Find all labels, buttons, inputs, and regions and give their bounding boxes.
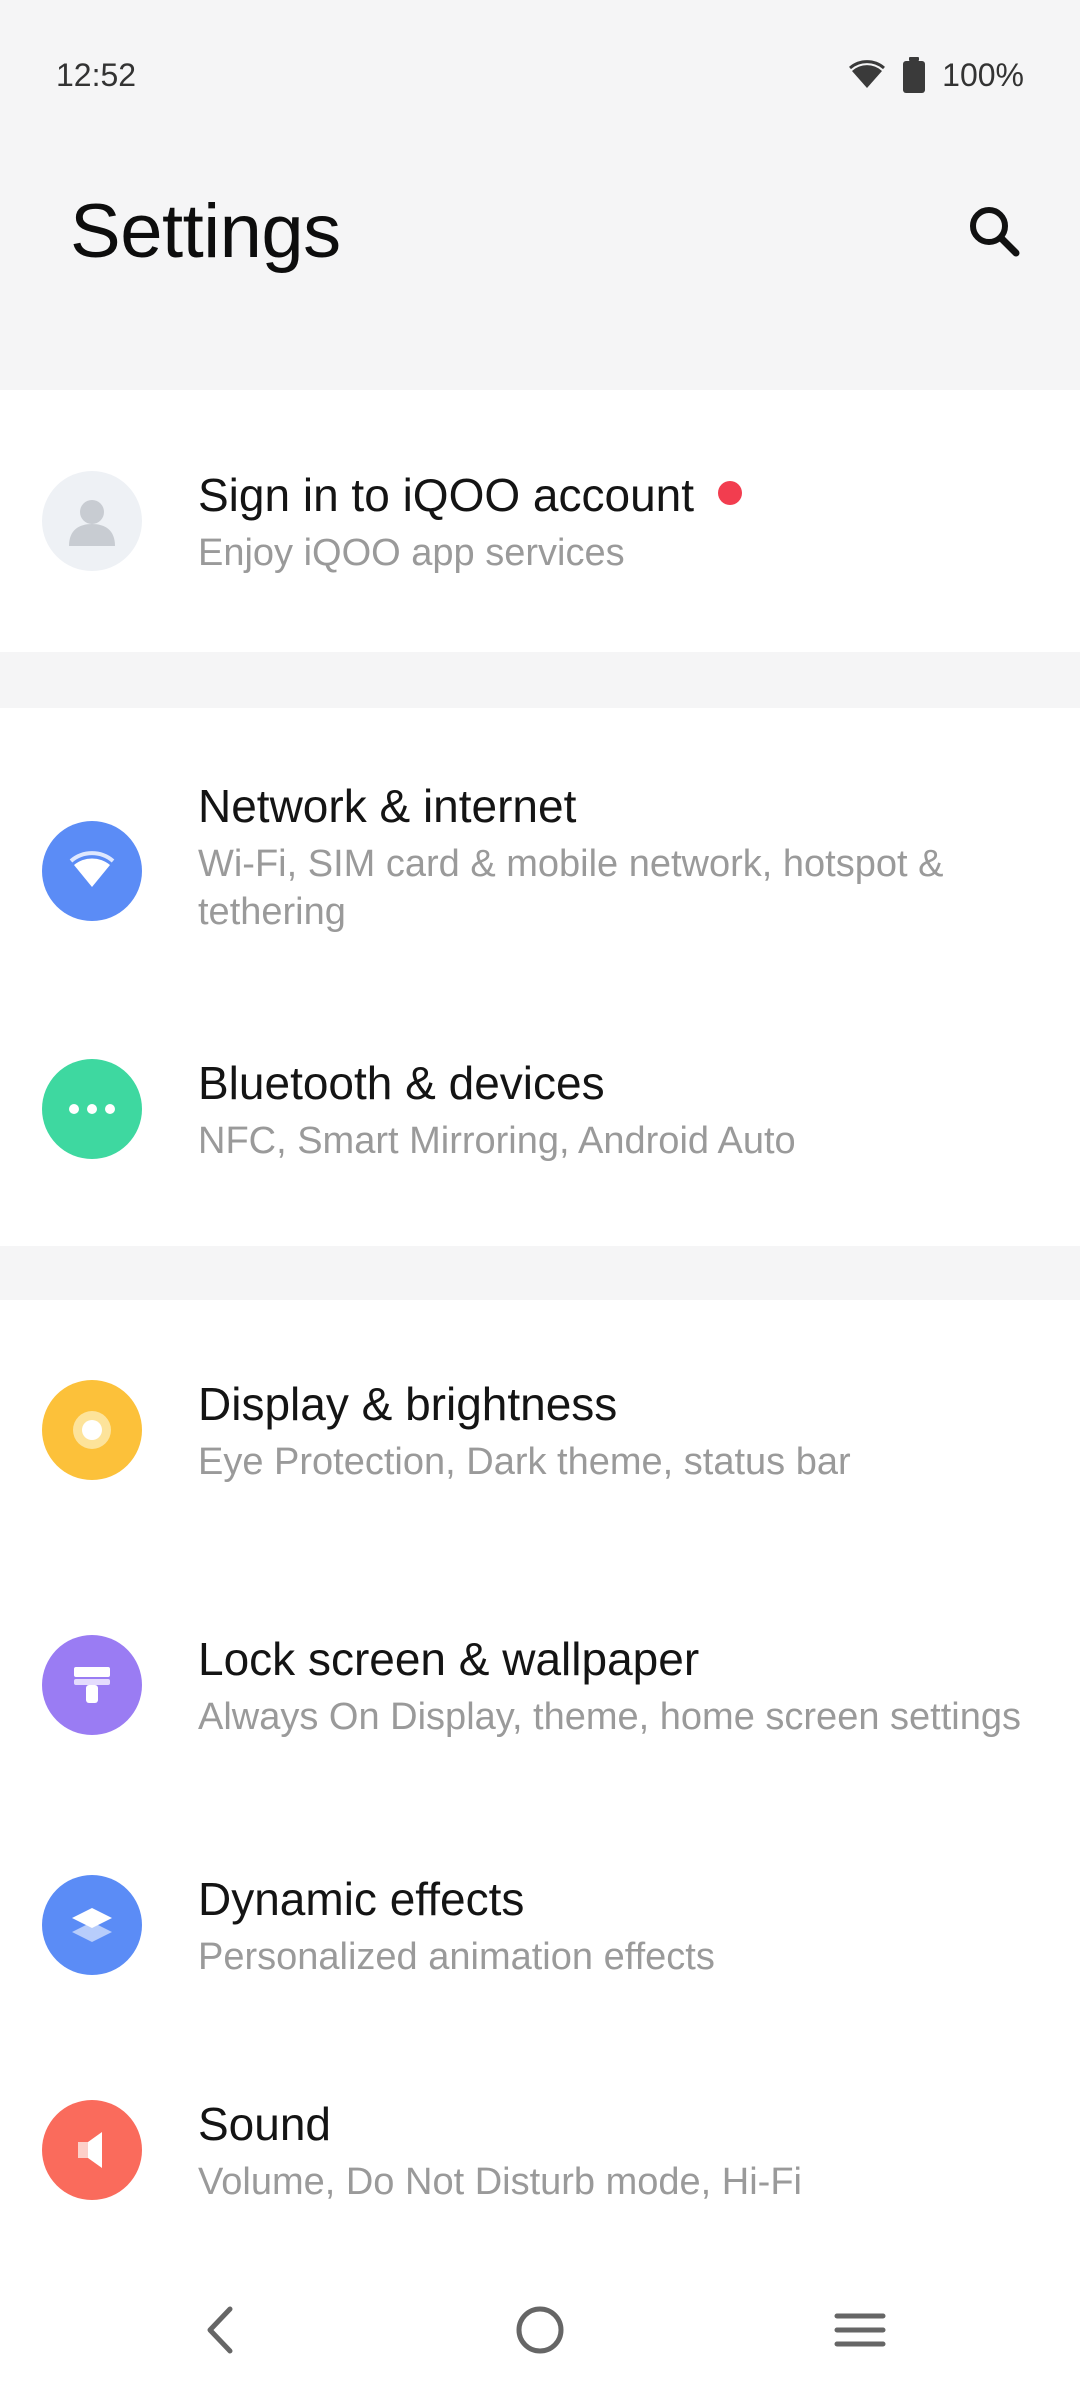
settings-item-dynamic-effects[interactable]: Dynamic effects Personalized animation e…	[0, 1810, 1080, 2040]
account-card: Sign in to iQOO account Enjoy iQOO app s…	[0, 390, 1080, 652]
bluetooth-icon-circle	[42, 1059, 142, 1159]
dynamic-effects-subtitle: Personalized animation effects	[198, 1936, 715, 1978]
settings-item-lockscreen[interactable]: Lock screen & wallpaper Always On Displa…	[0, 1560, 1080, 1810]
lockscreen-title: Lock screen & wallpaper	[198, 1633, 700, 1685]
settings-item-sound[interactable]: Sound Volume, Do Not Disturb mode, Hi-Fi	[0, 2040, 1080, 2260]
notification-dot	[718, 481, 743, 505]
dots-icon	[69, 1104, 115, 1114]
status-icons: 100%	[848, 57, 1024, 94]
brush-icon	[74, 1667, 110, 1703]
status-bar: 12:52 100%	[0, 0, 1080, 150]
bluetooth-subtitle: NFC, Smart Mirroring, Android Auto	[198, 1120, 796, 1162]
display-subtitle: Eye Protection, Dark theme, status bar	[198, 1441, 851, 1483]
display-title: Display & brightness	[198, 1378, 618, 1430]
account-row[interactable]: Sign in to iQOO account Enjoy iQOO app s…	[0, 390, 1080, 652]
display-icon-circle	[42, 1380, 142, 1480]
avatar-icon	[69, 500, 115, 546]
back-icon	[207, 2306, 233, 2354]
navigation-bar	[0, 2260, 1080, 2400]
battery-level: 100%	[942, 56, 1024, 93]
connectivity-group: Network & internet Wi-Fi, SIM card & mob…	[0, 708, 1080, 1246]
search-icon	[970, 207, 1020, 257]
wifi-icon	[69, 851, 115, 887]
menu-button[interactable]	[800, 2280, 920, 2380]
sound-subtitle: Volume, Do Not Disturb mode, Hi-Fi	[198, 2161, 802, 2203]
personalization-group: Display & brightness Eye Protection, Dar…	[0, 1300, 1080, 2260]
settings-item-bluetooth[interactable]: Bluetooth & devices NFC, Smart Mirroring…	[0, 1004, 1080, 1214]
dynamic-effects-title: Dynamic effects	[198, 1873, 525, 1925]
settings-item-network[interactable]: Network & internet Wi-Fi, SIM card & mob…	[0, 708, 1080, 1004]
sound-title: Sound	[198, 2098, 332, 2150]
account-subtitle: Enjoy iQOO app services	[198, 532, 625, 574]
lockscreen-subtitle: Always On Display, theme, home screen se…	[198, 1696, 1021, 1738]
lockscreen-icon-circle	[42, 1635, 142, 1735]
battery-icon	[902, 57, 926, 93]
home-icon	[516, 2306, 564, 2354]
dynamic-effects-icon-circle	[42, 1875, 142, 1975]
network-title: Network & internet	[198, 780, 577, 832]
sun-icon	[73, 1411, 111, 1449]
network-icon-circle	[42, 821, 142, 921]
home-button[interactable]	[480, 2280, 600, 2380]
wifi-icon	[848, 60, 886, 90]
menu-icon	[834, 2313, 886, 2347]
header: Settings	[0, 150, 1080, 390]
account-title-text: Sign in to iQOO account	[198, 469, 695, 521]
bluetooth-title: Bluetooth & devices	[198, 1057, 605, 1109]
search-button[interactable]	[954, 191, 1034, 271]
account-title: Sign in to iQOO account	[198, 465, 743, 525]
settings-item-display[interactable]: Display & brightness Eye Protection, Dar…	[0, 1300, 1080, 1560]
network-subtitle: Wi-Fi, SIM card & mobile network, hotspo…	[198, 843, 944, 933]
page-title: Settings	[70, 188, 341, 274]
sound-icon-circle	[42, 2100, 142, 2200]
avatar	[42, 471, 142, 571]
status-time: 12:52	[56, 56, 137, 93]
layers-icon	[72, 1908, 112, 1942]
back-button[interactable]	[160, 2280, 280, 2380]
speaker-icon	[78, 2132, 102, 2168]
